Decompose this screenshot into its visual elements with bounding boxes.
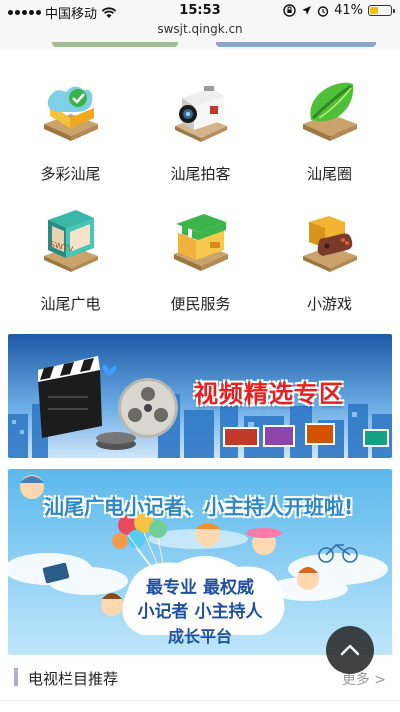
url-text: swsjt.qingk.cn xyxy=(157,22,243,36)
grid-item-circle[interactable]: 汕尾圈 xyxy=(263,68,396,193)
back-to-top-button[interactable] xyxy=(326,626,374,674)
reporter-banner-title: 汕尾广电小记者、小主持人开班啦! xyxy=(44,495,354,519)
section-accent-bar xyxy=(14,668,18,686)
grid-item-colorful-shanwei[interactable]: 多彩汕尾 xyxy=(4,68,137,193)
grid-item-label: 汕尾拍客 xyxy=(170,165,231,183)
previous-banner-edge xyxy=(0,42,400,50)
game-controller-icon xyxy=(303,216,357,272)
grid-item-label: 小游戏 xyxy=(306,295,352,313)
status-right: 41% xyxy=(283,3,395,18)
location-icon xyxy=(302,6,312,15)
reporter-banner-line2: 小记者 小主持人 xyxy=(137,602,263,622)
reporter-banner-line1: 最专业 最权威 xyxy=(146,578,254,598)
store-icon xyxy=(174,214,228,271)
grid-item-label: 汕尾广电 xyxy=(40,295,101,313)
battery-percent: 41% xyxy=(334,3,363,18)
chevron-up-icon xyxy=(340,644,360,656)
section-title: 电视栏目推荐 xyxy=(28,670,119,688)
video-banner[interactable]: 视频精选专区 xyxy=(8,334,392,458)
grid-item-label: 多彩汕尾 xyxy=(40,165,101,183)
video-banner-title: 视频精选专区 xyxy=(194,380,344,408)
camera-icon xyxy=(175,86,227,142)
leaf-circle-icon xyxy=(303,82,357,141)
reporter-banner[interactable]: 汕尾广电小记者、小主持人开班啦! 最专业 最权威 小记者 小主持人 成长平台 xyxy=(8,469,392,655)
divider xyxy=(0,700,400,701)
grid-item-label: 便民服务 xyxy=(170,295,231,313)
status-bar: 中国移动 15:53 41% xyxy=(0,0,400,22)
grid-item-service[interactable]: 便民服务 xyxy=(134,198,267,323)
grid-item-camera[interactable]: 汕尾拍客 xyxy=(134,68,267,193)
address-bar[interactable]: swsjt.qingk.cn xyxy=(0,22,400,42)
grid-item-tv[interactable]: SWTV 汕尾广电 xyxy=(4,198,137,323)
grid-item-game[interactable]: 小游戏 xyxy=(263,198,396,323)
alarm-icon xyxy=(317,5,329,17)
battery-icon xyxy=(368,5,395,16)
lock-rotation-icon xyxy=(283,4,296,17)
grid-item-label: 汕尾圈 xyxy=(306,165,352,183)
tv-icon: SWTV xyxy=(44,210,98,272)
colorful-shanwei-icon xyxy=(44,86,98,141)
